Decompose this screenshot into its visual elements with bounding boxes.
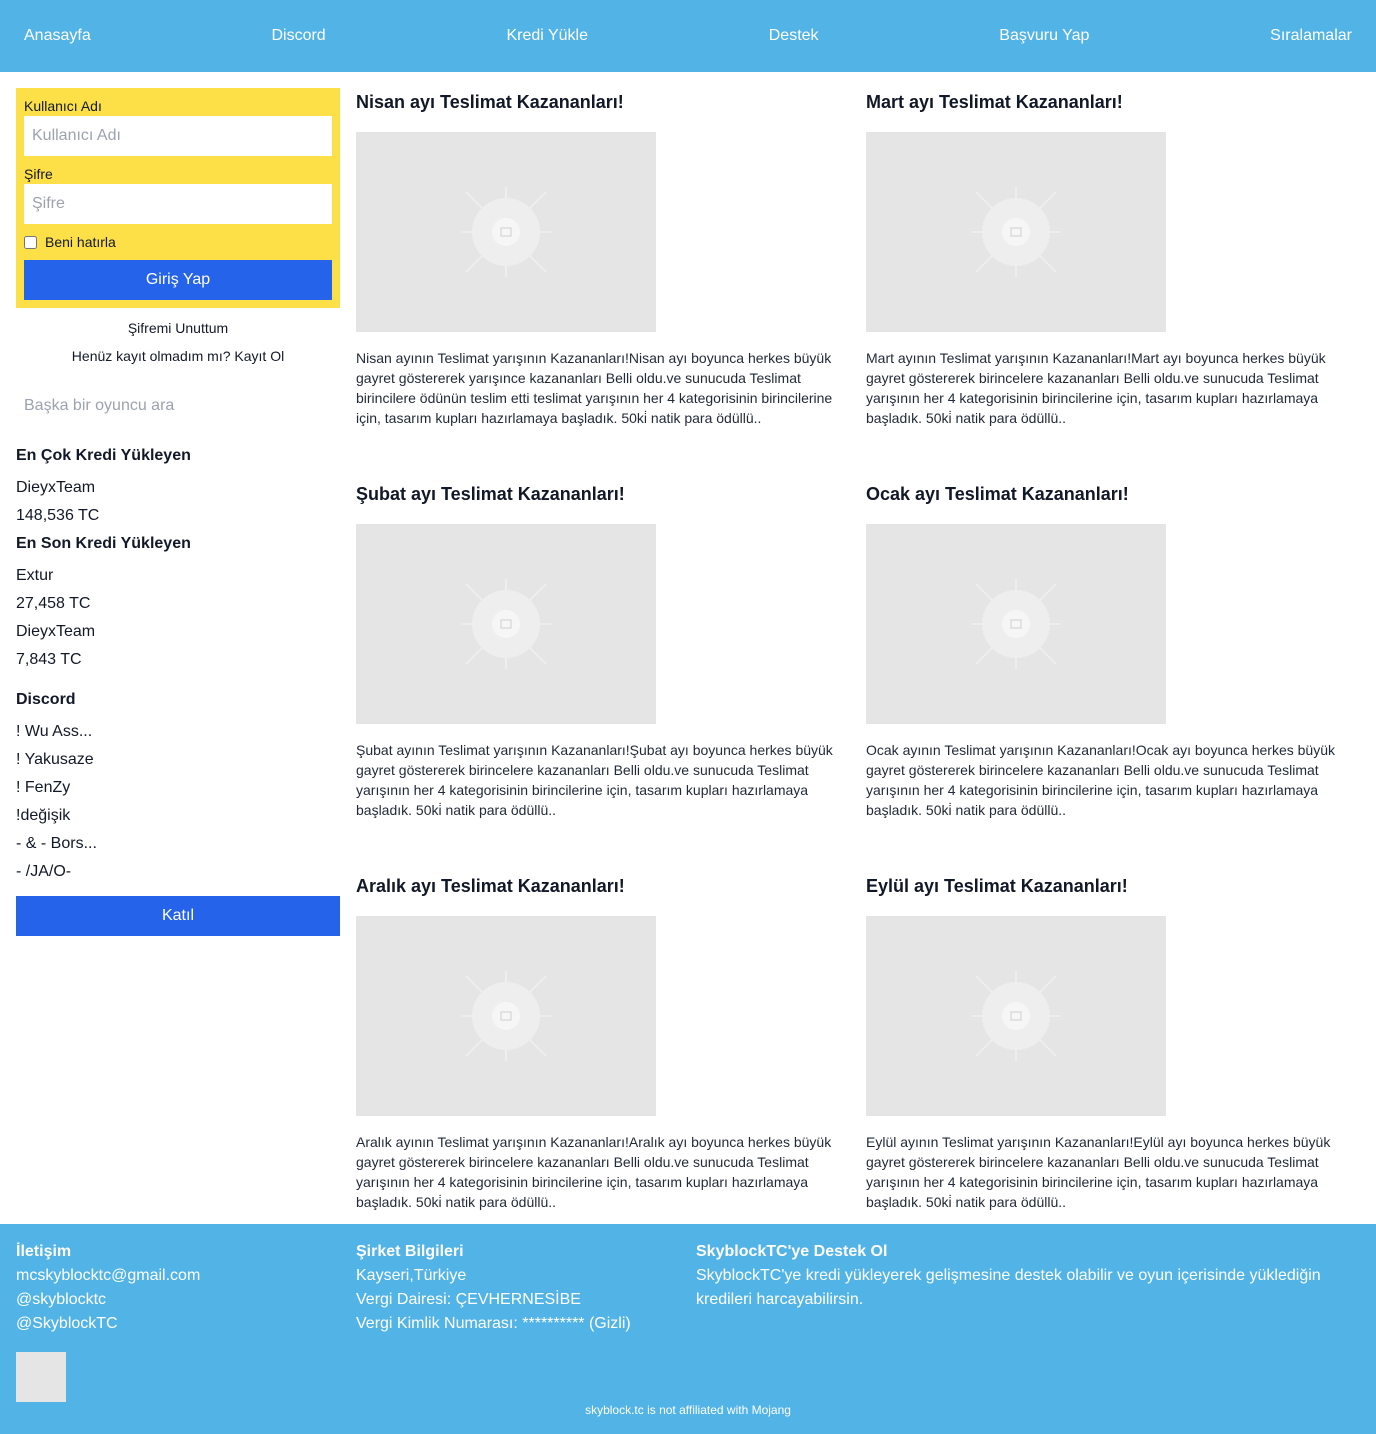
image-placeholder-icon	[971, 187, 1061, 277]
recent-loader-amount: 7,843 TC	[16, 651, 82, 668]
post-title[interactable]: Eylül ayı Teslimat Kazananları!	[866, 872, 1360, 900]
recent-loader-amount: 27,458 TC	[16, 595, 91, 612]
footer-support: SkyblockTC'ye Destek Ol SkyblockTC'ye kr…	[696, 1240, 1364, 1312]
nav-link-support[interactable]: Destek	[769, 27, 819, 45]
register-link[interactable]: Henüz kayıt olmadım mı? Kayıt Ol	[16, 342, 340, 370]
recent-loader-name: DieyxTeam	[16, 623, 96, 640]
footer-email-link[interactable]: mcskyblocktc@gmail.com	[16, 1264, 200, 1288]
discord-member: ! FenZy	[16, 779, 71, 796]
page-body: Kullanıcı Adı Şifre Beni hatırla Giriş Y…	[0, 72, 1376, 1244]
footer-contact-heading: İletişim	[16, 1243, 72, 1260]
discord-member: !değişik	[16, 807, 71, 824]
discord-section: Discord ! Wu Ass... ! Yakusaze ! FenZy !…	[16, 686, 340, 936]
post-title[interactable]: Nisan ayı Teslimat Kazananları!	[356, 88, 850, 116]
image-placeholder-icon	[461, 579, 551, 669]
footer-company-heading: Şirket Bilgileri	[356, 1243, 464, 1260]
footer-social-link[interactable]: @skyblocktc	[16, 1288, 200, 1312]
password-label: Şifre	[24, 166, 53, 182]
top-loader-name: DieyxTeam	[16, 479, 96, 496]
recent-loaders-heading: En Son Kredi Yükleyen	[16, 535, 191, 552]
top-nav: Anasayfa Discord Kredi Yükle Destek Başv…	[0, 0, 1376, 72]
nav-link-apply[interactable]: Başvuru Yap	[999, 27, 1089, 45]
image-placeholder-icon	[971, 971, 1061, 1061]
post-card: Aralık ayı Teslimat Kazananları! Aralık …	[356, 872, 850, 1244]
discord-member: ! Yakusaze	[16, 751, 94, 768]
remember-me-checkbox[interactable]	[24, 235, 37, 249]
discord-member: - & - Bors...	[16, 835, 97, 852]
footer-badge-image	[16, 1352, 66, 1402]
remember-me-label: Beni hatırla	[45, 234, 116, 250]
post-card: Mart ayı Teslimat Kazananları! Mart ayın…	[866, 88, 1360, 480]
forgot-password-link[interactable]: Şifremi Unuttum	[16, 314, 340, 342]
post-excerpt: Eylül ayının Teslimat yarışının Kazananl…	[866, 1134, 1331, 1210]
footer-tax-office: Vergi Dairesi: ÇEVHERNESİBE	[356, 1291, 581, 1308]
discord-member: ! Wu Ass...	[16, 723, 93, 740]
footer-support-text: SkyblockTC'ye kredi yükleyerek gelişmesi…	[696, 1267, 1321, 1308]
nav-link-load-credit[interactable]: Kredi Yükle	[506, 27, 588, 45]
post-excerpt: Ocak ayının Teslimat yarışının Kazananla…	[866, 742, 1335, 818]
recent-loader-name: Extur	[16, 567, 54, 584]
post-card: Nisan ayı Teslimat Kazananları! Nisan ay…	[356, 88, 850, 480]
post-image[interactable]	[356, 132, 656, 332]
posts-grid: Nisan ayı Teslimat Kazananları! Nisan ay…	[356, 88, 1360, 1244]
player-search-input[interactable]	[16, 386, 340, 426]
username-input[interactable]	[24, 116, 332, 156]
footer-disclaimer: skyblock.tc is not affiliated with Mojan…	[585, 1403, 791, 1417]
sidebar: Kullanıcı Adı Şifre Beni hatırla Giriş Y…	[16, 88, 340, 1244]
post-title[interactable]: Ocak ayı Teslimat Kazananları!	[866, 480, 1360, 508]
post-excerpt: Şubat ayının Teslimat yarışının Kazananl…	[356, 742, 833, 818]
remember-me: Beni hatırla	[24, 224, 332, 260]
post-image[interactable]	[866, 132, 1166, 332]
footer-social-link[interactable]: @SkyblockTC	[16, 1312, 200, 1336]
post-image[interactable]	[866, 916, 1166, 1116]
post-excerpt: Aralık ayının Teslimat yarışının Kazanan…	[356, 1134, 832, 1210]
footer-contact: İletişim mcskyblocktc@gmail.com @skybloc…	[16, 1240, 200, 1336]
top-loader-section: En Çok Kredi Yükleyen DieyxTeam 148,536 …	[16, 442, 340, 530]
post-excerpt: Nisan ayının Teslimat yarışının Kazananl…	[356, 350, 833, 426]
login-button[interactable]: Giriş Yap	[24, 260, 332, 300]
footer-tax-number: Vergi Kimlik Numarası: ********** (Gizli…	[356, 1315, 631, 1332]
image-placeholder-icon	[461, 187, 551, 277]
post-card: Ocak ayı Teslimat Kazananları! Ocak ayın…	[866, 480, 1360, 872]
post-image[interactable]	[356, 916, 656, 1116]
discord-join-button[interactable]: Katıl	[16, 896, 340, 936]
top-loader-heading: En Çok Kredi Yükleyen	[16, 447, 191, 464]
login-form: Kullanıcı Adı Şifre Beni hatırla Giriş Y…	[16, 88, 340, 308]
post-card: Eylül ayı Teslimat Kazananları! Eylül ay…	[866, 872, 1360, 1244]
password-input[interactable]	[24, 184, 332, 224]
recent-loaders-section: En Son Kredi Yükleyen Extur 27,458 TC Di…	[16, 530, 340, 674]
post-title[interactable]: Aralık ayı Teslimat Kazananları!	[356, 872, 850, 900]
post-card: Şubat ayı Teslimat Kazananları! Şubat ay…	[356, 480, 850, 872]
image-placeholder-icon	[461, 971, 551, 1061]
image-placeholder-icon	[971, 579, 1061, 669]
nav-link-home[interactable]: Anasayfa	[24, 27, 91, 45]
footer-company-location: Kayseri,Türkiye	[356, 1267, 467, 1284]
username-label: Kullanıcı Adı	[24, 98, 102, 114]
footer: İletişim mcskyblocktc@gmail.com @skybloc…	[0, 1224, 1376, 1434]
discord-heading: Discord	[16, 691, 76, 708]
discord-member: - /JA/O-	[16, 863, 72, 880]
post-title[interactable]: Şubat ayı Teslimat Kazananları!	[356, 480, 850, 508]
footer-support-heading: SkyblockTC'ye Destek Ol	[696, 1243, 888, 1260]
post-excerpt: Mart ayının Teslimat yarışının Kazananla…	[866, 350, 1326, 426]
nav-link-rankings[interactable]: Sıralamalar	[1270, 27, 1352, 45]
top-loader-amount: 148,536 TC	[16, 507, 100, 524]
post-title[interactable]: Mart ayı Teslimat Kazananları!	[866, 88, 1360, 116]
post-image[interactable]	[866, 524, 1166, 724]
nav-link-discord[interactable]: Discord	[271, 27, 325, 45]
footer-company: Şirket Bilgileri Kayseri,Türkiye Vergi D…	[356, 1240, 631, 1336]
post-image[interactable]	[356, 524, 656, 724]
